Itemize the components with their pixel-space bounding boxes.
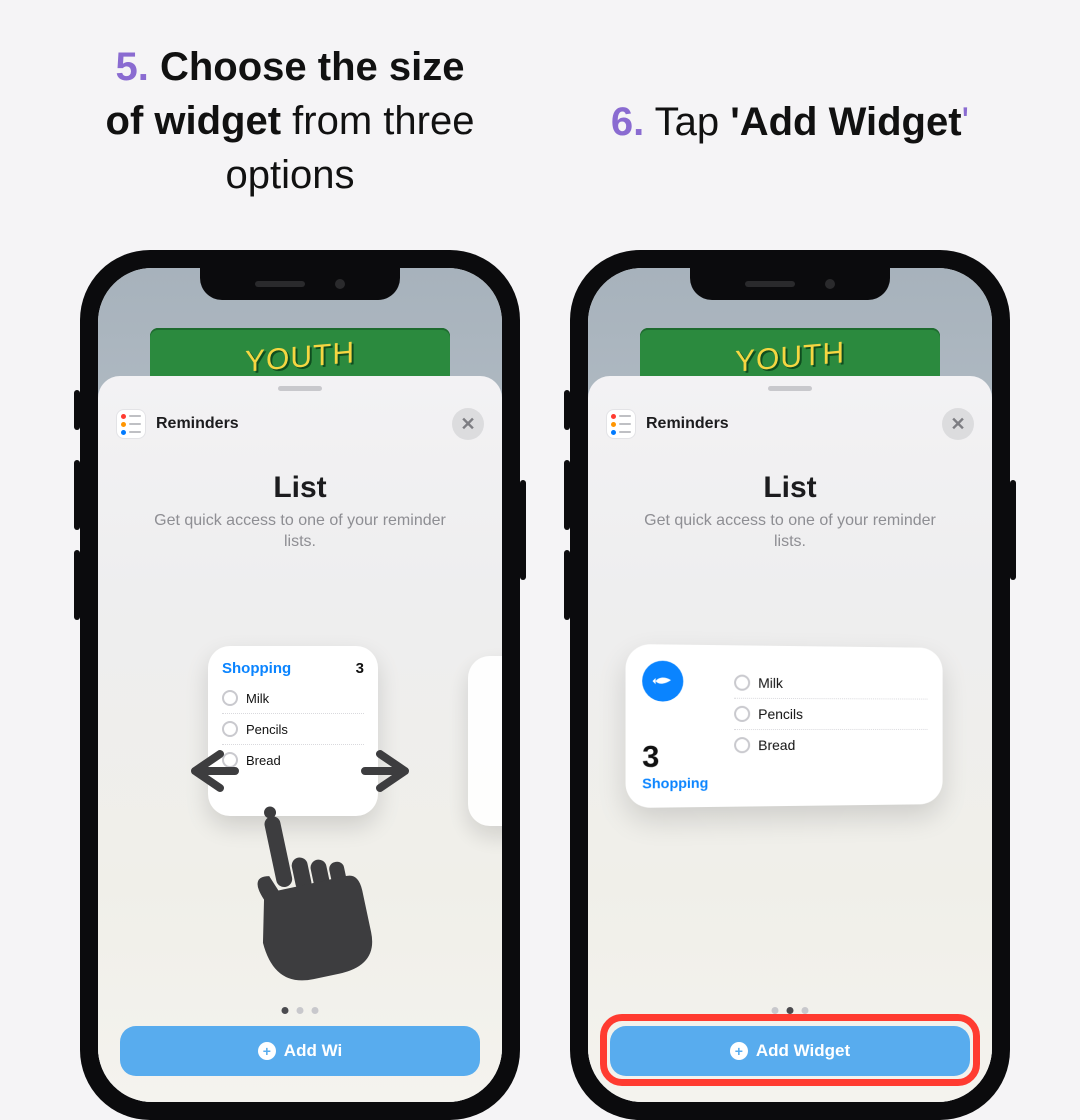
widget-list-count: 3 bbox=[642, 742, 734, 773]
step6-number: 6. bbox=[611, 100, 644, 144]
sheet-app-name: Reminders bbox=[156, 415, 239, 433]
add-widget-button[interactable]: + Add Widget bbox=[610, 1026, 970, 1076]
power-button bbox=[520, 480, 526, 580]
checkbox-icon bbox=[222, 690, 238, 706]
step6-caption: 6. Tap 'Add Widget' bbox=[570, 95, 1010, 149]
step5-bold-a: Choose the size bbox=[160, 45, 465, 89]
arrow-left-icon bbox=[180, 741, 240, 810]
plus-circle-icon: + bbox=[258, 1042, 276, 1060]
widget-picker-sheet: Reminders ✕ List Get quick access to one… bbox=[98, 376, 502, 1102]
widget-list-name: Shopping bbox=[642, 774, 734, 791]
power-button bbox=[1010, 480, 1016, 580]
side-button bbox=[74, 390, 80, 430]
add-widget-label: Add Wi bbox=[284, 1041, 342, 1061]
swipe-gesture-overlay bbox=[170, 741, 430, 986]
volume-up-button bbox=[74, 460, 80, 530]
checkbox-icon bbox=[734, 737, 750, 753]
sheet-grabber[interactable] bbox=[768, 386, 812, 391]
widget-subtitle: Get quick access to one of your reminder… bbox=[138, 511, 462, 553]
volume-up-button bbox=[564, 460, 570, 530]
widget-subtitle: Get quick access to one of your reminder… bbox=[628, 511, 952, 553]
volume-down-button bbox=[74, 550, 80, 620]
list-item: Milk bbox=[734, 668, 927, 700]
widget-preview-next-peek bbox=[468, 656, 502, 826]
list-item: Bread bbox=[734, 730, 927, 760]
sheet-app-name: Reminders bbox=[646, 415, 729, 433]
checkbox-icon bbox=[734, 706, 750, 722]
phone-notch bbox=[690, 268, 890, 300]
widget-size-carousel[interactable]: Shopping 3 Milk Pencils Bread bbox=[98, 636, 502, 896]
side-button bbox=[564, 390, 570, 430]
step5-number: 5. bbox=[116, 45, 149, 89]
reminders-app-icon bbox=[116, 409, 146, 439]
close-icon: ✕ bbox=[950, 414, 965, 435]
widget-size-carousel[interactable]: 3 Shopping Milk Pencils Bread bbox=[588, 636, 992, 896]
plus-circle-icon: + bbox=[730, 1042, 748, 1060]
add-widget-button[interactable]: + Add Wi bbox=[120, 1026, 480, 1076]
widget-title: List bbox=[98, 471, 502, 505]
checkbox-icon bbox=[222, 721, 238, 737]
widget-list-count: 3 bbox=[356, 660, 364, 677]
widget-list-name: Shopping bbox=[222, 660, 291, 677]
step5-rest-b: options bbox=[226, 153, 355, 197]
volume-down-button bbox=[564, 550, 570, 620]
phone-notch bbox=[200, 268, 400, 300]
close-icon: ✕ bbox=[460, 414, 475, 435]
widget-picker-sheet: Reminders ✕ List Get quick access to one… bbox=[588, 376, 992, 1102]
sheet-grabber[interactable] bbox=[278, 386, 322, 391]
reminders-app-icon bbox=[606, 409, 636, 439]
page-indicator bbox=[772, 1007, 809, 1014]
step5-caption: 5. Choose the size of widget from three … bbox=[60, 40, 520, 202]
fish-icon bbox=[642, 661, 683, 702]
list-item: Pencils bbox=[734, 699, 927, 730]
list-item: Milk bbox=[222, 683, 364, 714]
close-button[interactable]: ✕ bbox=[452, 408, 484, 440]
phone-mockup-step5: YOUTH Reminders ✕ List Get q bbox=[80, 250, 520, 1120]
step5-rest-a: from three bbox=[281, 99, 474, 143]
page-indicator bbox=[282, 1007, 319, 1014]
close-button[interactable]: ✕ bbox=[942, 408, 974, 440]
widget-preview-medium: 3 Shopping Milk Pencils Bread bbox=[626, 644, 943, 808]
checkbox-icon bbox=[734, 675, 750, 691]
widget-title: List bbox=[588, 471, 992, 505]
add-widget-label: Add Widget bbox=[756, 1041, 850, 1061]
arrow-right-icon bbox=[360, 741, 420, 810]
phone-mockup-step6: YOUTH Reminders ✕ List Get q bbox=[570, 250, 1010, 1120]
pointing-hand-icon bbox=[170, 796, 430, 986]
